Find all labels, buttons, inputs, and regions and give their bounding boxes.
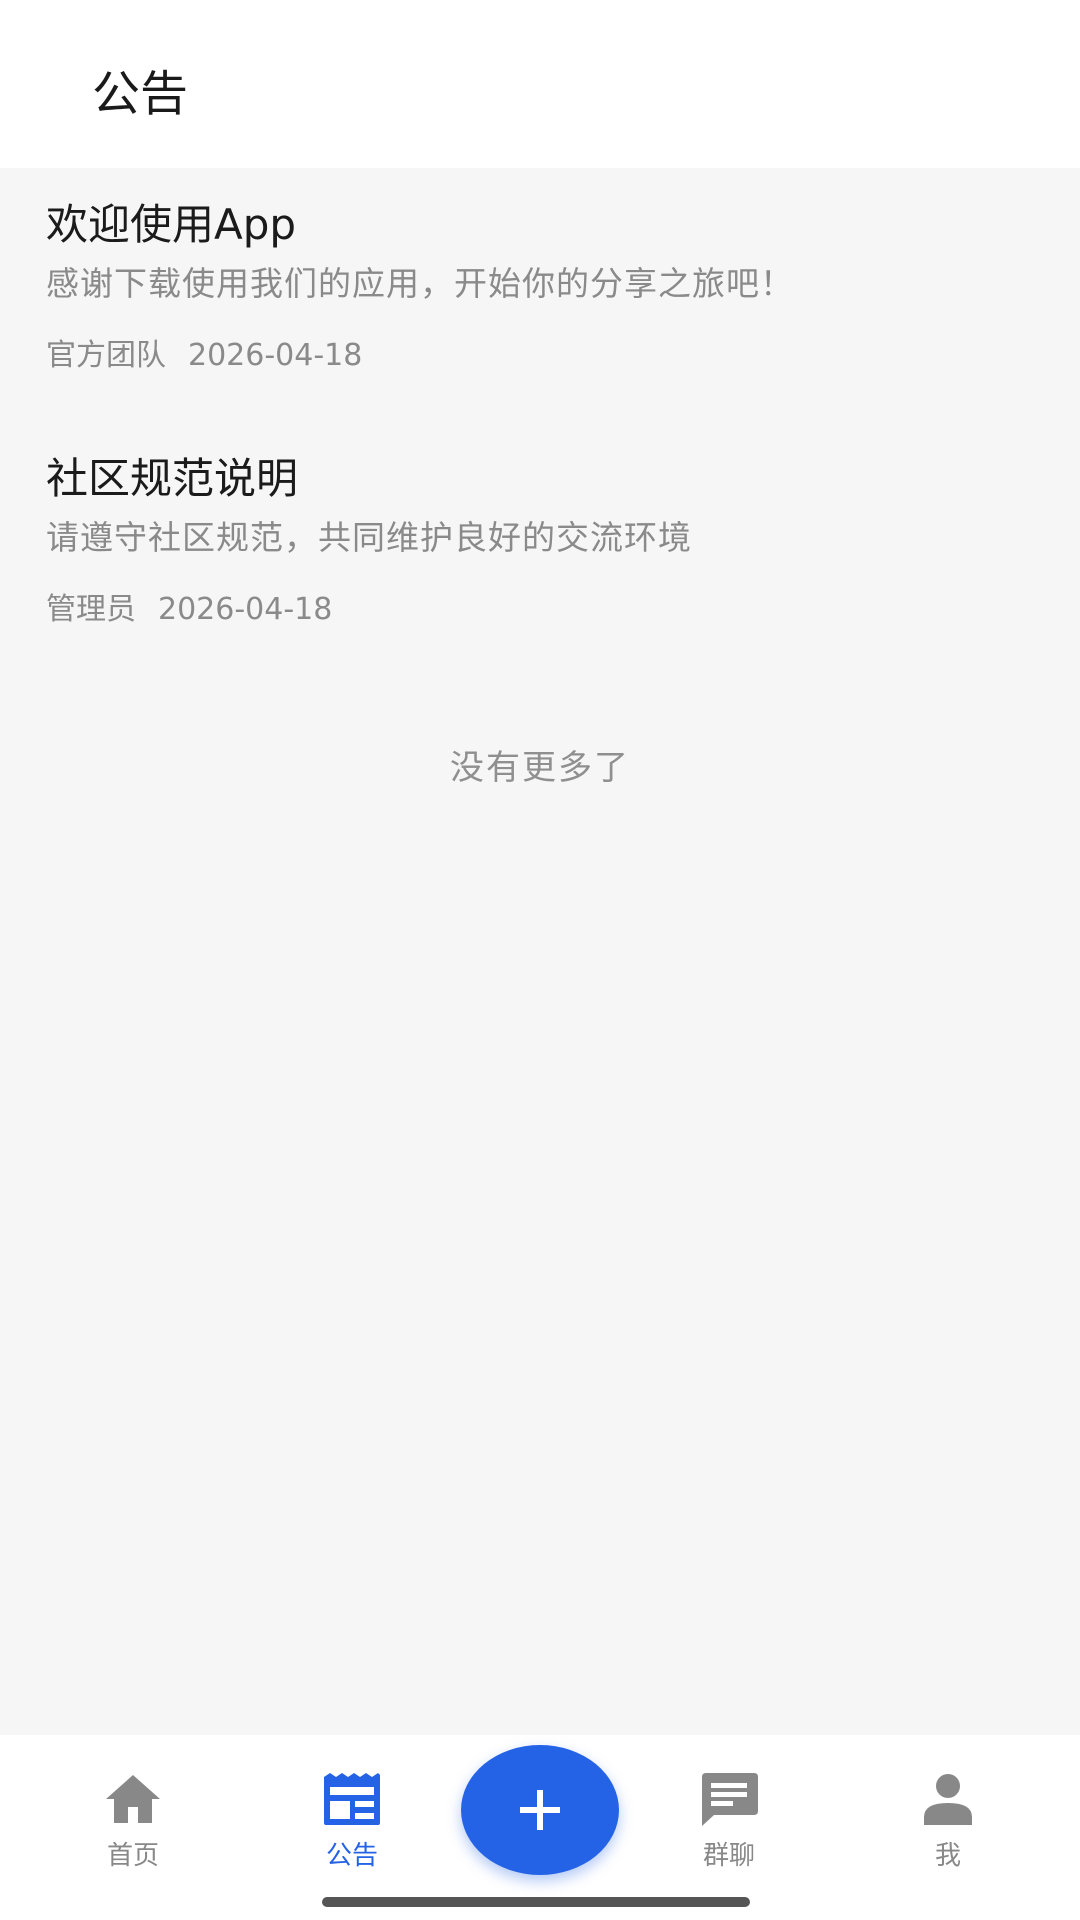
announcement-meta: 官方团队 2026-04-18 [46,336,362,376]
announcement-author: 官方团队 [46,338,166,373]
announcement-list: 欢迎使用App 感谢下载使用我们的应用，开始你的分享之旅吧！ 官方团队 2026-… [0,168,1080,676]
announcement-description: 请遵守社区规范，共同维护良好的交流环境 [46,518,692,557]
create-post-button[interactable] [461,1745,619,1875]
announcements-page: 公告 欢迎使用App 感谢下载使用我们的应用，开始你的分享之旅吧！ 官方团队 20… [0,0,1080,1920]
plus-icon [520,1790,560,1830]
nav-label-announcements: 公告 [325,1841,378,1871]
list-end-text: 没有更多了 [450,748,630,788]
announcement-item[interactable]: 社区规范说明 请遵守社区规范，共同维护良好的交流环境 管理员 2026-04-18 [0,422,1080,676]
nav-label-group-chat: 群聊 [702,1841,755,1871]
announcement-title: 欢迎使用App [46,200,297,249]
home-icon [106,1775,160,1823]
chat-icon [702,1773,758,1826]
announcement-date: 2026-04-18 [158,592,333,627]
announcement-meta: 管理员 2026-04-18 [46,590,332,630]
nav-item-me[interactable]: 我 [868,1771,1028,1881]
announcement-description: 感谢下载使用我们的应用，开始你的分享之旅吧！ [46,264,794,303]
nav-label-home: 首页 [106,1841,159,1871]
nav-item-announcements[interactable]: 公告 [272,1771,432,1881]
announcement-author: 管理员 [46,592,136,627]
person-icon [924,1774,972,1825]
announcement-date: 2026-04-18 [188,338,363,373]
nav-item-home[interactable]: 首页 [53,1771,213,1881]
announcement-icon [324,1773,380,1825]
nav-label-me: 我 [934,1841,961,1871]
announcement-title: 社区规范说明 [46,454,299,503]
announcement-item[interactable]: 欢迎使用App 感谢下载使用我们的应用，开始你的分享之旅吧！ 官方团队 2026-… [0,168,1080,422]
app-header: 公告 [0,0,1080,168]
nav-item-group-chat[interactable]: 群聊 [649,1771,809,1881]
home-indicator[interactable] [322,1897,750,1907]
page-title: 公告 [92,66,189,122]
